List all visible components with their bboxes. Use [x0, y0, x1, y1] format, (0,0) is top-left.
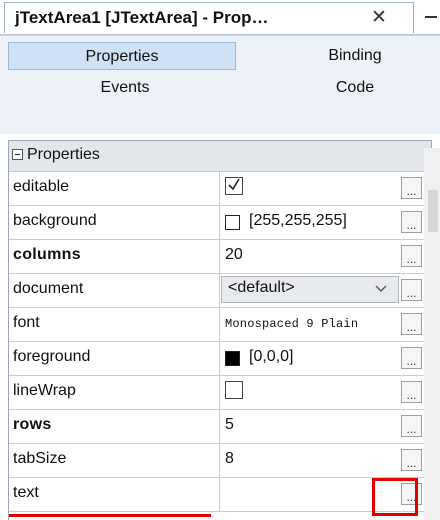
edit-button[interactable]: ... — [401, 381, 422, 403]
edit-button[interactable]: ... — [401, 449, 422, 471]
tab-panel: Properties Binding Events Code — [0, 35, 440, 134]
property-name: rows — [13, 416, 52, 433]
property-row-document: document <default> ... — [9, 273, 431, 308]
window-title-bar: jTextArea1 [JTextArea] - Prop… ✕ — [0, 0, 440, 35]
tab-properties[interactable]: Properties — [8, 42, 236, 70]
property-row-editable: editable ... — [9, 171, 431, 206]
combo-value: <default> — [228, 279, 295, 296]
property-row-rows: rows 5 ... — [9, 409, 431, 444]
color-swatch — [225, 215, 240, 230]
property-name: document — [13, 280, 84, 297]
collapse-icon[interactable] — [12, 149, 23, 160]
property-row-text: text ... — [9, 477, 431, 512]
property-name: tabSize — [13, 450, 67, 467]
minimize-icon[interactable] — [425, 16, 437, 18]
property-name: foreground — [13, 348, 91, 365]
property-row-linewrap: lineWrap ... — [9, 375, 431, 410]
property-row-foreground: foreground [0,0,0] ... — [9, 341, 431, 376]
window-title: jTextArea1 [JTextArea] - Prop… — [15, 8, 269, 27]
tab-binding[interactable]: Binding — [290, 42, 420, 70]
property-value[interactable]: 5 — [225, 416, 234, 434]
property-row-font: font Monospaced 9 Plain ... — [9, 307, 431, 342]
chevron-down-icon — [375, 285, 387, 292]
vertical-scrollbar[interactable] — [424, 148, 440, 520]
highlight-annotation — [372, 478, 418, 516]
property-name: font — [13, 314, 40, 331]
property-name: background — [13, 212, 97, 229]
property-name: columns — [13, 246, 81, 263]
tab-code[interactable]: Code — [290, 74, 420, 102]
property-sheet: Properties editable ... background [255,… — [8, 140, 432, 520]
property-name: text — [13, 484, 39, 501]
property-row-tabsize: tabSize 8 ... — [9, 443, 431, 478]
scrollbar-thumb[interactable] — [428, 190, 438, 232]
property-value[interactable]: [255,255,255] — [249, 212, 347, 230]
underline-annotation — [9, 514, 211, 517]
edit-button[interactable]: ... — [401, 313, 422, 335]
edit-button[interactable]: ... — [401, 211, 422, 233]
linewrap-checkbox[interactable] — [225, 381, 243, 399]
property-name: editable — [13, 178, 70, 195]
tab-events[interactable]: Events — [50, 74, 200, 102]
editable-checkbox[interactable] — [225, 177, 243, 195]
properties-section-header[interactable]: Properties — [9, 141, 431, 172]
property-row-background: background [255,255,255] ... — [9, 205, 431, 240]
property-row-columns: columns 20 ... — [9, 239, 431, 274]
section-label: Properties — [27, 146, 100, 163]
edit-button[interactable]: ... — [401, 279, 422, 301]
edit-button[interactable]: ... — [401, 245, 422, 267]
document-combo[interactable]: <default> — [221, 276, 399, 303]
close-icon[interactable]: ✕ — [371, 6, 387, 29]
property-value[interactable]: Monospaced 9 Plain — [225, 317, 358, 331]
edit-button[interactable]: ... — [401, 347, 422, 369]
color-swatch — [225, 351, 240, 366]
checkmark-icon — [228, 178, 240, 191]
property-value[interactable]: [0,0,0] — [249, 348, 293, 366]
edit-button[interactable]: ... — [401, 415, 422, 437]
title-tab[interactable]: jTextArea1 [JTextArea] - Prop… ✕ — [4, 2, 414, 33]
property-value[interactable]: 20 — [225, 246, 243, 264]
edit-button[interactable]: ... — [401, 177, 422, 199]
property-value[interactable]: 8 — [225, 450, 234, 468]
property-name: lineWrap — [13, 382, 76, 399]
